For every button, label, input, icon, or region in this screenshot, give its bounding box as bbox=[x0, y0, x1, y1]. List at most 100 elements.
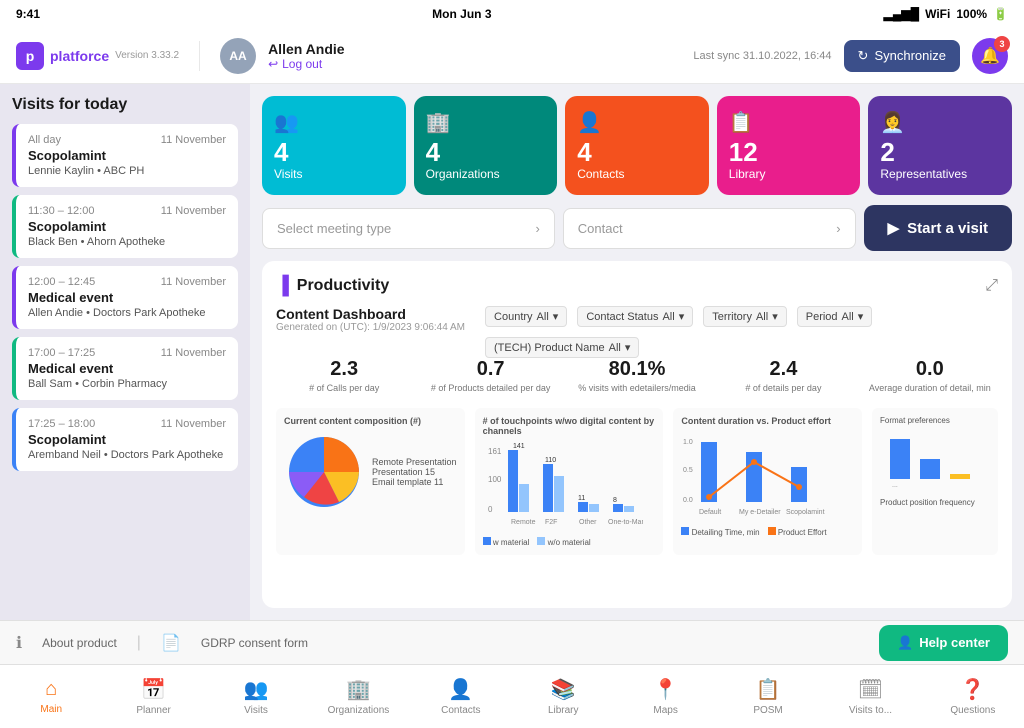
library-nav-icon: 📚 bbox=[551, 677, 576, 702]
gdpr-link[interactable]: GDRP consent form bbox=[201, 636, 308, 650]
sidebar-title: Visits for today bbox=[12, 96, 238, 114]
notification-button[interactable]: 🔔 3 bbox=[972, 38, 1008, 74]
about-label: About product bbox=[42, 636, 117, 650]
svg-text:Scopolamint: Scopolamint bbox=[786, 509, 825, 516]
logo-text: platforce bbox=[50, 48, 109, 64]
visit-item[interactable]: 17:00 – 17:25 11 November Medical event … bbox=[12, 337, 238, 400]
nav-questions[interactable]: ❓ Questions bbox=[922, 669, 1024, 724]
nav-library[interactable]: 📚 Library bbox=[512, 669, 614, 724]
planner-icon: 📅 bbox=[141, 677, 166, 702]
dashboard-title: Content Dashboard bbox=[276, 306, 465, 322]
stat-card-representatives[interactable]: 👩‍💼 2 Representatives bbox=[868, 96, 1012, 195]
svg-text:0.5: 0.5 bbox=[683, 467, 693, 474]
organizations-label: Organizations bbox=[426, 167, 500, 181]
status-date: Mon Jun 3 bbox=[432, 7, 491, 21]
help-center-button[interactable]: 👤 Help center bbox=[879, 625, 1008, 661]
chart-small: Format preferences ... Product position … bbox=[872, 408, 998, 555]
chevron-down-icon: ▾ bbox=[625, 341, 631, 354]
chart-touchpoints-title: # of touchpoints w/wo digital content by… bbox=[483, 416, 656, 436]
bar-chart-duration: 1.0 0.5 0.0 Default My bbox=[681, 432, 841, 522]
metrics-row: 2.3 # of Calls per day 0.7 # of Products… bbox=[276, 358, 998, 394]
filter-territory[interactable]: Territory All ▾ bbox=[703, 306, 787, 327]
visit-title: Scopolamint bbox=[28, 432, 226, 447]
chart-touchpoints: # of touchpoints w/wo digital content by… bbox=[475, 408, 664, 555]
expand-button[interactable]: ⤢ bbox=[985, 277, 998, 295]
logo-icon: p bbox=[16, 42, 44, 70]
nav-visits[interactable]: 👥 Visits bbox=[205, 669, 307, 724]
battery-label: 100% bbox=[956, 7, 987, 21]
visit-item[interactable]: 12:00 – 12:45 11 November Medical event … bbox=[12, 266, 238, 329]
nav-visits-to-label: Visits to... bbox=[849, 705, 892, 716]
metric-calls-value: 2.3 bbox=[276, 358, 412, 381]
svg-text:100: 100 bbox=[488, 475, 502, 484]
pie-legend: Remote Presentation Presentation 15 Emai… bbox=[372, 457, 457, 487]
chart-composition-title: Current content composition (#) bbox=[284, 416, 457, 426]
filter-product-name[interactable]: (TECH) Product Name All ▾ bbox=[485, 337, 639, 358]
filter-country[interactable]: Country All ▾ bbox=[485, 306, 567, 327]
metric-products-value: 0.7 bbox=[422, 358, 558, 381]
visit-date: 11 November bbox=[161, 347, 226, 359]
dashboard-info: Content Dashboard Generated on (UTC): 1/… bbox=[276, 306, 465, 358]
visit-meta: 11:30 – 12:00 11 November bbox=[28, 205, 226, 217]
visit-date: 11 November bbox=[161, 418, 226, 430]
chevron-right-icon: › bbox=[836, 221, 840, 236]
sidebar: Visits for today All day 11 November Sco… bbox=[0, 84, 250, 620]
sync-button[interactable]: ↻ Synchronize bbox=[844, 40, 960, 72]
nav-posm[interactable]: 📋 POSM bbox=[717, 669, 819, 724]
metric-products-label: # of Products detailed per day bbox=[422, 383, 558, 394]
visit-time: 11:30 – 12:00 bbox=[28, 205, 94, 217]
visit-item[interactable]: All day 11 November Scopolamint Lennie K… bbox=[12, 124, 238, 187]
main-content: Visits for today All day 11 November Sco… bbox=[0, 84, 1024, 620]
visit-item[interactable]: 11:30 – 12:00 11 November Scopolamint Bl… bbox=[12, 195, 238, 258]
chart-composition: Current content composition (#) Remote P… bbox=[276, 408, 465, 555]
visits-nav-icon: 👥 bbox=[244, 677, 269, 702]
stat-card-contacts[interactable]: 👤 4 Contacts bbox=[565, 96, 709, 195]
metric-duration-label: Average duration of detail, min bbox=[862, 383, 998, 394]
library-label: Library bbox=[729, 167, 766, 181]
meeting-type-select[interactable]: Select meeting type › bbox=[262, 208, 555, 249]
chart-content-duration-title: Content duration vs. Product effort bbox=[681, 416, 854, 426]
contact-select[interactable]: Contact › bbox=[563, 208, 856, 249]
nav-visits-to[interactable]: 🗓 Visits to... bbox=[819, 669, 921, 724]
charts-row: Current content composition (#) Remote P… bbox=[276, 408, 998, 555]
nav-maps[interactable]: 📍 Maps bbox=[614, 669, 716, 724]
metric-details-value: 2.4 bbox=[715, 358, 851, 381]
visit-person: Aremband Neil • Doctors Park Apotheke bbox=[28, 449, 226, 461]
sync-label: Synchronize bbox=[874, 48, 946, 63]
filter-contact-status[interactable]: Contact Status All ▾ bbox=[577, 306, 693, 327]
nav-planner[interactable]: 📅 Planner bbox=[102, 669, 204, 724]
nav-contacts[interactable]: 👤 Contacts bbox=[410, 669, 512, 724]
questions-icon: ❓ bbox=[960, 677, 985, 702]
metric-products: 0.7 # of Products detailed per day bbox=[422, 358, 558, 394]
filter-period[interactable]: Period All ▾ bbox=[797, 306, 873, 327]
contacts-icon: 👤 bbox=[577, 110, 602, 135]
visit-date: 11 November bbox=[161, 134, 226, 146]
visit-time: 17:25 – 18:00 bbox=[28, 418, 95, 430]
library-icon: 📋 bbox=[729, 110, 754, 135]
nav-main[interactable]: ⌂ Main bbox=[0, 670, 102, 723]
start-visit-label: Start a visit bbox=[907, 220, 988, 237]
visit-meta: 17:00 – 17:25 11 November bbox=[28, 347, 226, 359]
representatives-label: Representatives bbox=[880, 167, 967, 181]
stat-card-visits[interactable]: 👥 4 Visits bbox=[262, 96, 406, 195]
about-product-link[interactable]: About product bbox=[42, 636, 117, 650]
battery-icon: 🔋 bbox=[993, 7, 1008, 21]
visit-person: Lennie Kaylin • ABC PH bbox=[28, 165, 226, 177]
nav-library-label: Library bbox=[548, 705, 579, 716]
visit-item[interactable]: 17:25 – 18:00 11 November Scopolamint Ar… bbox=[12, 408, 238, 471]
contacts-number: 4 bbox=[577, 139, 591, 165]
visit-person: Black Ben • Ahorn Apotheke bbox=[28, 236, 226, 248]
productivity-bar-icon: ▐ bbox=[276, 275, 289, 296]
start-visit-button[interactable]: ▶ Start a visit bbox=[864, 205, 1012, 251]
maps-icon: 📍 bbox=[653, 677, 678, 702]
svg-text:0: 0 bbox=[488, 505, 493, 514]
visit-time: 12:00 – 12:45 bbox=[28, 276, 95, 288]
svg-text:141: 141 bbox=[513, 443, 525, 450]
stat-card-organizations[interactable]: 🏢 4 Organizations bbox=[414, 96, 558, 195]
metric-details-label: # of details per day bbox=[715, 383, 851, 394]
logout-link[interactable]: ↩ Log out bbox=[268, 57, 345, 71]
nav-organizations[interactable]: 🏢 Organizations bbox=[307, 669, 409, 724]
svg-text:11: 11 bbox=[578, 495, 585, 502]
small-bar-chart: ... bbox=[880, 429, 990, 489]
stat-card-library[interactable]: 📋 12 Library bbox=[717, 96, 861, 195]
